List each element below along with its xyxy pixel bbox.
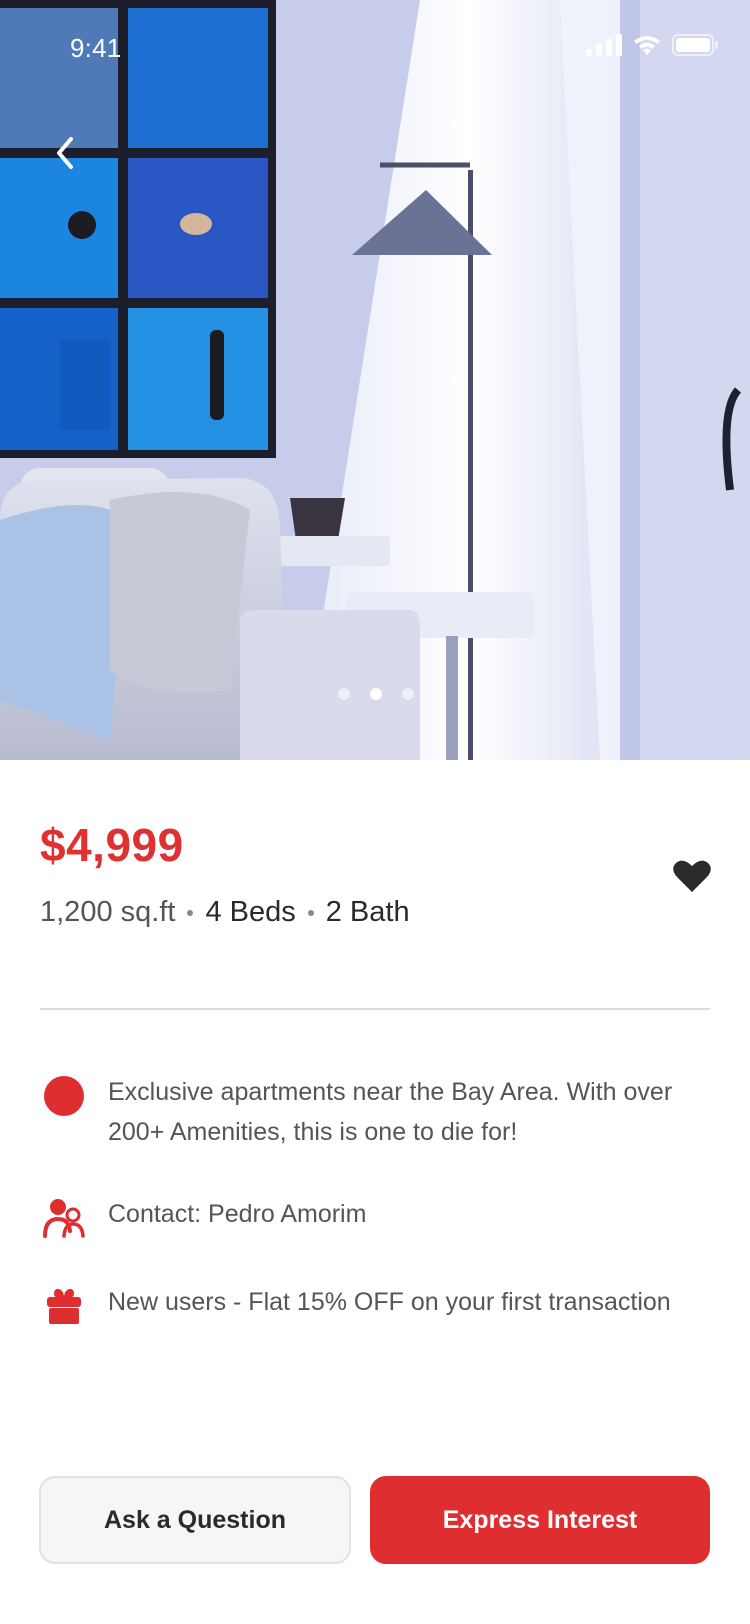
gift-icon: [40, 1282, 88, 1330]
back-button[interactable]: [40, 128, 90, 178]
info-description: Exclusive apartments near the Bay Area. …: [40, 1072, 720, 1152]
listing-specs: 1,200 sq.ft 4 Beds 2 Bath: [40, 896, 410, 929]
signal-icon: [586, 34, 622, 56]
description-text: Exclusive apartments near the Bay Area. …: [108, 1078, 673, 1146]
apartment-photo: [0, 0, 750, 760]
listing-area: 1,200 sq.ft: [40, 896, 176, 928]
separator-dot: [187, 909, 194, 916]
listing-baths: 2 Bath: [325, 896, 410, 928]
gallery-dots[interactable]: [338, 688, 414, 700]
status-bar: 9:41: [0, 0, 750, 96]
listing-photo[interactable]: 9:41: [0, 0, 750, 760]
listing-price: $4,999: [40, 819, 184, 871]
gallery-dot[interactable]: [402, 688, 414, 700]
separator-dot: [307, 909, 314, 916]
heart-icon: [673, 860, 711, 892]
info-contact: Contact: Pedro Amorim: [40, 1194, 720, 1242]
battery-icon: [672, 34, 718, 56]
status-icons: [586, 34, 718, 56]
favorite-button[interactable]: [672, 858, 712, 894]
gallery-dot[interactable]: [338, 688, 350, 700]
status-time: 9:41: [70, 33, 122, 63]
section-divider: [40, 1008, 710, 1010]
offer-text: New users - Flat 15% OFF on your first t…: [108, 1288, 671, 1316]
info-offer: New users - Flat 15% OFF on your first t…: [40, 1282, 720, 1330]
express-interest-button[interactable]: Express Interest: [370, 1476, 710, 1564]
gallery-dot-active[interactable]: [370, 688, 382, 700]
wifi-icon: [634, 36, 660, 55]
ask-question-button[interactable]: Ask a Question: [39, 1476, 351, 1564]
contact-text: Contact: Pedro Amorim: [108, 1200, 367, 1228]
listing-beds: 4 Beds: [205, 896, 296, 928]
users-icon: [40, 1194, 88, 1242]
chevron-left-icon: [57, 137, 73, 169]
location-dot-icon: [40, 1072, 88, 1120]
